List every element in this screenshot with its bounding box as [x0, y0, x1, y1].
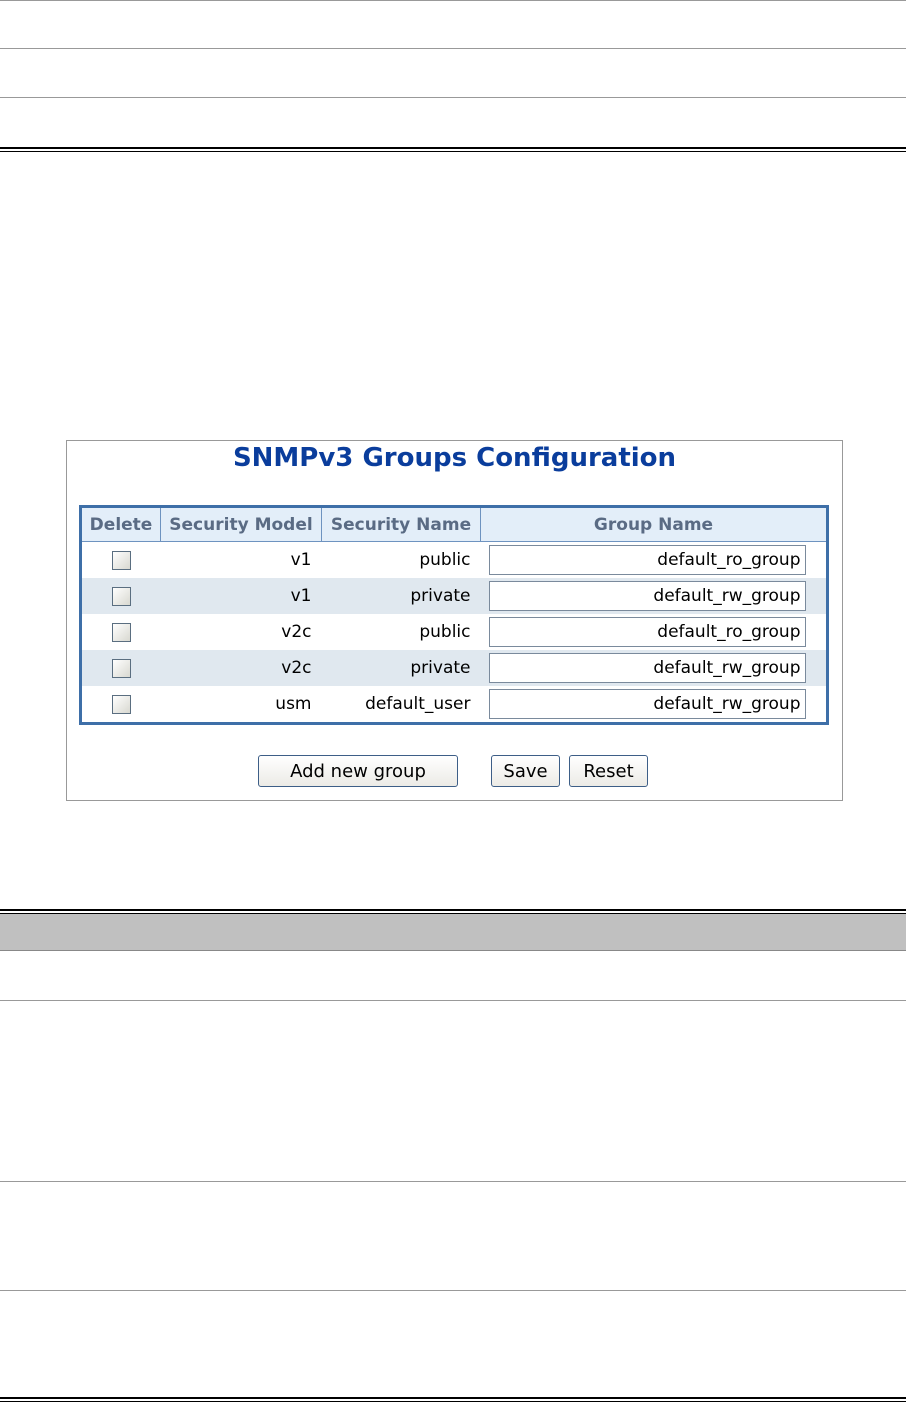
group-name-input[interactable]: default_ro_group — [488, 617, 806, 647]
groups-table: Delete Security Model Security Name Grou… — [79, 505, 829, 725]
table-row: v1 public default_ro_group — [81, 542, 828, 579]
table-header-band — [0, 914, 906, 951]
table-row: v2c private default_rw_group — [80, 650, 828, 686]
rule — [0, 1181, 906, 1182]
security-name: default_user — [365, 694, 471, 714]
rule — [0, 1290, 906, 1291]
delete-checkbox[interactable] — [111, 550, 131, 570]
security-model: v1 — [290, 550, 312, 570]
col-security-model: Security Model — [160, 506, 322, 542]
table-row: v2c public default_ro_group — [81, 614, 828, 650]
reset-button[interactable]: Reset — [569, 755, 648, 787]
security-name: public — [419, 622, 471, 642]
security-model: v2c — [160, 650, 322, 686]
group-name-input[interactable]: default_rw_group — [488, 689, 806, 719]
save-button[interactable]: Save — [491, 755, 560, 787]
add-new-group-button[interactable]: Add new group — [258, 755, 458, 787]
group-name-input[interactable]: default_rw_group — [488, 581, 806, 611]
delete-checkbox[interactable] — [111, 622, 131, 642]
page-title: SNMPv3 Groups Configuration — [232, 443, 677, 473]
security-model: v2c — [281, 622, 312, 642]
double-rule — [0, 147, 906, 152]
delete-checkbox[interactable] — [111, 694, 131, 714]
rule — [0, 97, 906, 98]
delete-checkbox[interactable] — [111, 586, 131, 606]
table-row: v1 private default_rw_group — [80, 578, 828, 614]
rule — [0, 0, 906, 1]
rule — [0, 1000, 906, 1001]
delete-checkbox[interactable] — [111, 658, 131, 678]
group-name-input[interactable]: default_ro_group — [488, 545, 806, 575]
table-row: usm default_user default_rw_group — [81, 686, 828, 724]
security-model: usm — [275, 694, 312, 714]
col-delete: Delete — [80, 506, 161, 542]
double-rule — [0, 1397, 906, 1402]
table-header: Delete Security Model Security Name Grou… — [80, 506, 828, 542]
security-name: private — [321, 650, 481, 686]
col-security-name: Security Name — [321, 506, 481, 542]
security-name: public — [419, 550, 471, 570]
security-model: v1 — [160, 578, 322, 614]
group-name-input[interactable]: default_rw_group — [488, 653, 806, 683]
snmpv3-groups-panel: SNMPv3 Groups Configuration Delete Secur… — [66, 440, 843, 801]
rule — [0, 48, 906, 49]
col-group-name: Group Name — [480, 506, 828, 542]
security-name: private — [321, 578, 481, 614]
